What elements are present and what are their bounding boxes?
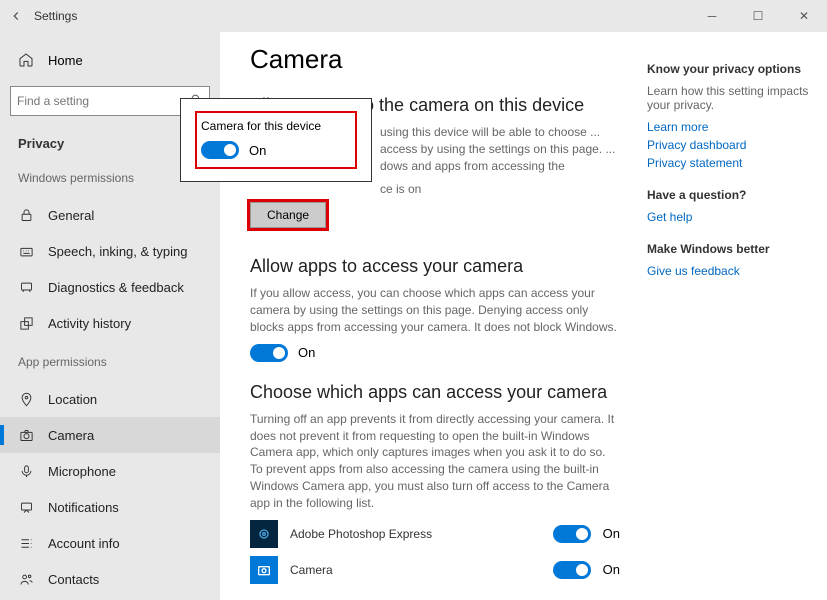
sidebar-home[interactable]: Home [0,44,220,76]
app-cam-toggle[interactable] [553,561,591,579]
sidebar-item-account[interactable]: Account info [0,525,220,561]
sidebar-item-camera[interactable]: Camera [0,417,220,453]
keyboard-icon [18,243,34,259]
account-icon [18,535,34,551]
sidebar-item-microphone[interactable]: Microphone [0,453,220,489]
notifications-icon [18,499,34,515]
popup-title: Camera for this device [201,119,351,133]
learn-more-link[interactable]: Learn more [647,120,817,134]
give-feedback-link[interactable]: Give us feedback [647,264,817,278]
maximize-button[interactable]: ☐ [735,0,781,32]
app-ps-toggle[interactable] [553,525,591,543]
contacts-icon [18,571,34,587]
app-row-camera: Camera On [250,556,620,584]
sidebar-group-app: App permissions [0,349,220,381]
location-icon [18,391,34,407]
camera-device-state: On [249,143,266,158]
lock-icon [18,207,34,223]
camera-app-icon [250,556,278,584]
allow-apps-state: On [298,345,315,360]
section-allow-apps-title: Allow apps to access your camera [250,256,620,277]
activity-icon [18,315,34,331]
section-choose-apps-desc: Turning off an app prevents it from dire… [250,411,620,512]
back-button[interactable] [6,9,26,23]
sidebar-item-location[interactable]: Location [0,381,220,417]
sidebar-item-contacts[interactable]: Contacts [0,561,220,597]
right-column: Know your privacy options Learn how this… [647,44,817,282]
microphone-icon [18,463,34,479]
camera-device-toggle[interactable] [201,141,239,159]
home-icon [18,52,34,68]
get-help-link[interactable]: Get help [647,210,817,224]
window-title: Settings [34,9,77,23]
sidebar-item-activity[interactable]: Activity history [0,305,220,341]
app-name: Camera [290,563,541,577]
close-button[interactable]: ✕ [781,0,827,32]
app-cam-state: On [603,562,620,577]
sidebar-item-diag[interactable]: Diagnostics & feedback [0,269,220,305]
app-ps-state: On [603,526,620,541]
photoshop-icon [250,520,278,548]
know-options-desc: Learn how this setting impacts your priv… [647,84,817,112]
titlebar: Settings ─ ☐ ✕ [0,0,827,32]
page-title: Camera [250,44,620,75]
allow-apps-toggle[interactable] [250,344,288,362]
device-access-status: ce is on [250,182,620,196]
section-choose-apps-title: Choose which apps can access your camera [250,382,620,403]
feedback-icon [18,279,34,295]
privacy-statement-link[interactable]: Privacy statement [647,156,817,170]
camera-device-popup: Camera for this device On [180,98,372,182]
sidebar-home-label: Home [48,53,83,68]
app-name: Adobe Photoshop Express [290,527,541,541]
section-allow-apps-desc: If you allow access, you can choose whic… [250,285,620,335]
sidebar-item-notifications[interactable]: Notifications [0,489,220,525]
camera-icon [18,427,34,443]
sidebar-item-general[interactable]: General [0,197,220,233]
minimize-button[interactable]: ─ [689,0,735,32]
app-row-photoshop: Adobe Photoshop Express On [250,520,620,548]
make-better-title: Make Windows better [647,242,817,256]
change-button[interactable]: Change [250,202,326,228]
know-options-title: Know your privacy options [647,62,817,76]
sidebar-item-speech[interactable]: Speech, inking, & typing [0,233,220,269]
have-question-title: Have a question? [647,188,817,202]
search-input[interactable] [17,94,190,108]
privacy-dashboard-link[interactable]: Privacy dashboard [647,138,817,152]
